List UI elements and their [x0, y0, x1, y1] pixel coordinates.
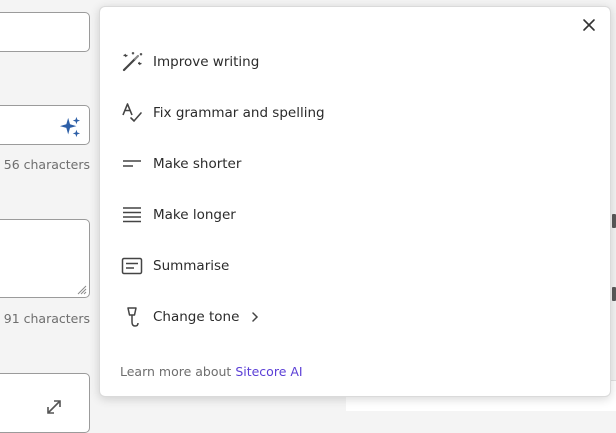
short-text-icon — [120, 152, 144, 176]
text-field-top[interactable] — [0, 12, 90, 52]
menu-item-label: Fix grammar and spelling — [153, 105, 325, 121]
long-text-icon — [120, 203, 144, 227]
resize-handle-icon[interactable] — [76, 284, 87, 295]
menu-item-change-tone[interactable]: Change tone — [120, 300, 420, 334]
menu-item-summarise[interactable]: Summarise — [120, 249, 420, 283]
character-count: 91 characters — [3, 311, 90, 326]
close-icon[interactable] — [580, 16, 598, 34]
magic-wand-icon — [120, 50, 144, 74]
microphone-icon — [120, 305, 144, 329]
menu-item-improve-writing[interactable]: Improve writing — [120, 45, 420, 79]
summary-icon — [120, 254, 144, 278]
content-field[interactable] — [0, 373, 90, 433]
spellcheck-icon — [120, 101, 144, 125]
menu-item-label: Make shorter — [153, 156, 242, 172]
title-input[interactable] — [0, 105, 90, 145]
menu-item-label: Make longer — [153, 207, 236, 223]
sitecore-ai-link[interactable]: Sitecore AI — [235, 364, 302, 379]
footer-text: Learn more about — [120, 364, 236, 379]
menu-footer: Learn more about Sitecore AI — [120, 364, 303, 379]
menu-item-make-shorter[interactable]: Make shorter — [120, 147, 420, 181]
expand-icon[interactable] — [45, 398, 63, 416]
menu-item-label: Summarise — [153, 258, 230, 274]
menu-item-fix-grammar[interactable]: Fix grammar and spelling — [120, 96, 420, 130]
description-textarea[interactable] — [0, 219, 90, 298]
ai-sparkle-icon[interactable] — [59, 116, 81, 138]
edge-marker — [612, 287, 616, 301]
edge-marker — [612, 214, 616, 228]
chevron-right-icon — [252, 312, 259, 322]
character-count: 56 characters — [3, 157, 90, 172]
menu-item-label: Improve writing — [153, 54, 260, 70]
ai-assist-menu: Improve writing Fix grammar and spelling… — [99, 6, 611, 397]
menu-item-label: Change tone — [153, 309, 240, 325]
menu-item-make-longer[interactable]: Make longer — [120, 198, 420, 232]
